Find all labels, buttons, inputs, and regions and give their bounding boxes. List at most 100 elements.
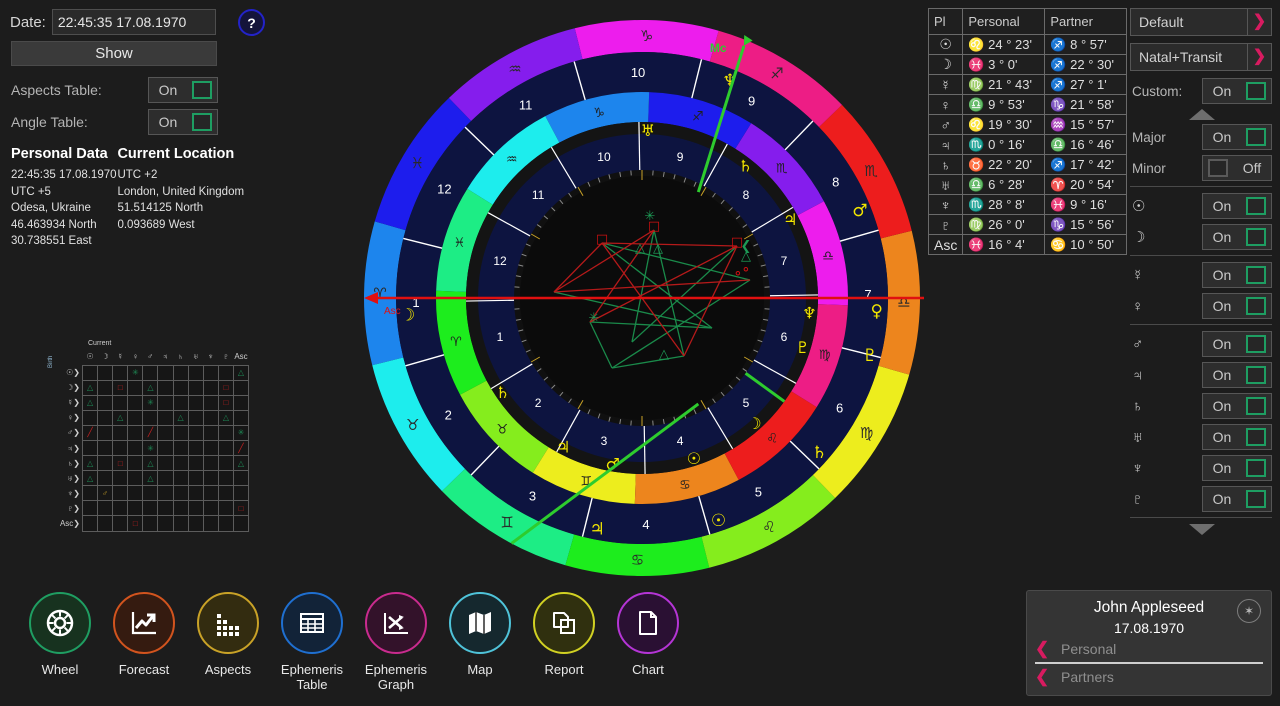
aspect-grid-cell[interactable] <box>217 515 234 532</box>
aspect-grid-cell[interactable] <box>97 500 114 517</box>
aspect-grid-cell[interactable] <box>157 515 174 532</box>
aspect-grid-cell[interactable] <box>157 439 174 457</box>
aspect-grid-cell[interactable] <box>97 515 114 532</box>
profile-personal-row[interactable]: ❮ Personal <box>1027 636 1271 662</box>
aspect-grid-cell[interactable] <box>127 424 144 441</box>
preset-selector[interactable]: Default ❯ <box>1130 8 1272 36</box>
aspect-grid-cell[interactable] <box>112 485 129 502</box>
aspect-grid-cell[interactable] <box>217 424 234 441</box>
map-icon[interactable] <box>449 592 511 654</box>
bar-steps-icon[interactable] <box>197 592 259 654</box>
aspect-grid-cell[interactable]: □ <box>127 515 144 532</box>
aspect-grid-cell[interactable]: △ <box>217 409 234 426</box>
aspect-grid-cell[interactable] <box>202 500 219 517</box>
aspect-grid-cell[interactable] <box>97 439 114 457</box>
aspect-grid-cell[interactable] <box>187 515 204 532</box>
aspect-grid-cell[interactable] <box>187 424 204 441</box>
aspect-grid-cell[interactable] <box>81 485 99 502</box>
aspect-grid-cell[interactable] <box>157 394 174 411</box>
show-button[interactable]: Show <box>11 41 217 66</box>
table-row[interactable]: ♂ ♌ 19 ° 30' ♒ 15 ° 57' <box>927 114 1128 135</box>
planet-positions-table[interactable]: Pl Personal Partner ☉ ♌ 24 ° 23' ♐ 8 ° 57' ☽ ♓… <box>927 8 1128 255</box>
aspect-grid-cell[interactable] <box>157 409 174 426</box>
aspect-grid-cell[interactable] <box>127 470 144 487</box>
scroll-down-arrow-icon[interactable] <box>1189 524 1215 535</box>
aspect-grid-cell[interactable] <box>187 439 204 457</box>
aspect-grid-cell[interactable]: ╱ <box>232 439 250 457</box>
aspect-grid-cell[interactable]: △ <box>142 455 159 472</box>
aspect-grid-cell[interactable] <box>217 439 234 457</box>
table-row[interactable]: ♇ ♍ 26 ° 0' ♑ 15 ° 56' <box>927 214 1128 235</box>
custom-toggle[interactable]: On <box>1202 78 1272 104</box>
wheel-icon[interactable] <box>29 592 91 654</box>
aspect-grid-cell[interactable]: △ <box>142 470 159 487</box>
aspect-grid-cell[interactable] <box>97 409 114 426</box>
aspect-grid-cell[interactable] <box>172 394 189 411</box>
aspect-grid-cell[interactable] <box>112 500 129 517</box>
aspect-grid-cell[interactable] <box>202 455 219 472</box>
aspect-grid-cell[interactable] <box>172 364 189 381</box>
planet-toggle[interactable]: On <box>1202 331 1272 357</box>
aspect-grid-cell[interactable] <box>112 394 129 411</box>
aspect-grid-cell[interactable] <box>142 409 159 426</box>
aspect-grid-cell[interactable] <box>157 364 174 381</box>
aspect-grid-cell[interactable] <box>172 439 189 457</box>
aspect-grid-cell[interactable] <box>217 455 234 472</box>
aspect-grid-cell[interactable] <box>127 409 144 426</box>
table-row[interactable]: ♀ ♎ 9 ° 53' ♑ 21 ° 58' <box>927 94 1128 115</box>
aspect-grid-cell[interactable] <box>187 470 204 487</box>
aspect-grid-cell[interactable] <box>187 364 204 381</box>
aspect-grid-cell[interactable] <box>97 379 114 396</box>
planet-toggle[interactable]: On <box>1202 193 1272 219</box>
chart-wheel-svg[interactable]: ♈♉♊♋♌♍♎♏♐♑♒♓♈♉♊ ♋♌♍♎♏♐♑♒♓1234567891011121… <box>352 8 932 578</box>
profile-card[interactable]: John Appleseed 17.08.1970 ✶ ❮ Personal ❮… <box>1026 590 1272 696</box>
aspect-grid-cell[interactable] <box>172 455 189 472</box>
table-row[interactable]: ♄ ♉ 22 ° 20' ♐ 17 ° 42' <box>927 154 1128 175</box>
aspect-grid-cell[interactable] <box>187 409 204 426</box>
aspect-grid-cell[interactable]: ╱ <box>142 424 159 441</box>
aspect-grid-cell[interactable] <box>172 515 189 532</box>
aspect-grid-cell[interactable] <box>142 515 159 532</box>
nav-item-ephemeris-table[interactable]: Ephemeris Table <box>270 592 354 692</box>
date-input[interactable] <box>51 9 216 35</box>
trend-up-icon[interactable] <box>113 592 175 654</box>
aspect-grid-cell[interactable] <box>81 500 99 517</box>
aspect-grid-cell[interactable]: ✳ <box>142 439 159 457</box>
nav-item-chart[interactable]: Chart <box>606 592 690 692</box>
help-button[interactable]: ? <box>238 9 265 36</box>
aspect-grid-cell[interactable] <box>112 515 129 532</box>
shuffle-icon[interactable] <box>365 592 427 654</box>
chart-type-selector[interactable]: Natal+Transit ❯ <box>1130 43 1272 71</box>
aspect-grid-cell[interactable] <box>81 364 99 381</box>
nav-item-map[interactable]: Map <box>438 592 522 692</box>
aspect-grid-cell[interactable]: △ <box>232 455 250 472</box>
aspect-grid-cell[interactable] <box>232 485 250 502</box>
aspect-grid-cell[interactable] <box>202 439 219 457</box>
aspect-grid-cell[interactable] <box>157 470 174 487</box>
aspect-grid-cell[interactable] <box>217 364 234 381</box>
gear-icon[interactable]: ✶ <box>1237 599 1261 623</box>
aspect-grid-cell[interactable] <box>97 424 114 441</box>
aspect-grid[interactable]: Current ☉❯ ☽❯ ☿❯ ♀❯ ♂❯ ♃❯ ♄❯ ♅❯ ♆❯ ♇❯ Asc❯ ☉ ☽ ☿ ♀ ♂ ♃ ♄… <box>60 340 250 532</box>
nav-item-forecast[interactable]: Forecast <box>102 592 186 692</box>
planet-toggle[interactable]: On <box>1202 393 1272 419</box>
table-row[interactable]: ♃ ♏ 0 ° 16' ♎ 16 ° 46' <box>927 134 1128 155</box>
aspect-grid-cell[interactable] <box>187 394 204 411</box>
table-row[interactable]: ♆ ♏ 28 ° 8' ♓ 9 ° 16' <box>927 194 1128 215</box>
aspect-grid-cell[interactable] <box>142 500 159 517</box>
aspect-grid-cell[interactable] <box>232 470 250 487</box>
aspect-grid-cell[interactable] <box>172 485 189 502</box>
planet-toggle[interactable]: On <box>1202 486 1272 512</box>
table-row[interactable]: ☿ ♍ 21 ° 43' ♐ 27 ° 1' <box>927 74 1128 95</box>
aspect-grid-cell[interactable] <box>157 379 174 396</box>
aspect-grid-cell[interactable] <box>142 485 159 502</box>
aspect-grid-cell[interactable]: ♂ <box>97 485 114 502</box>
aspect-grid-cell[interactable] <box>202 470 219 487</box>
aspect-grid-cell[interactable] <box>97 470 114 487</box>
aspect-grid-cell[interactable] <box>202 394 219 411</box>
aspect-grid-cell[interactable] <box>217 500 234 517</box>
aspect-grid-cell[interactable]: △ <box>172 409 189 426</box>
aspect-grid-cell[interactable] <box>157 485 174 502</box>
aspect-grid-cell[interactable] <box>81 439 99 457</box>
aspect-grid-cell[interactable] <box>187 455 204 472</box>
